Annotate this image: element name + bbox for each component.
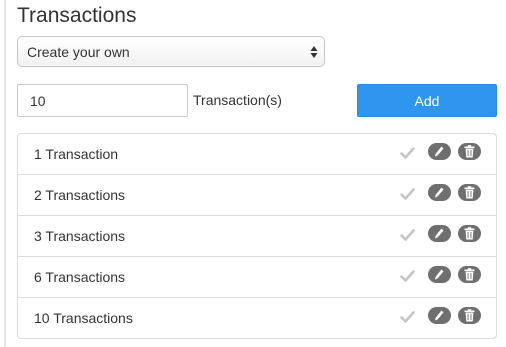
up-down-arrows-icon: [310, 46, 318, 58]
transaction-label: 10 Transactions: [34, 310, 133, 326]
list-item: 10 Transactions: [18, 298, 496, 338]
list-item: 3 Transactions: [18, 216, 496, 257]
transaction-label: 2 Transactions: [34, 187, 126, 203]
check-icon[interactable]: [400, 228, 415, 242]
delete-button[interactable]: [458, 225, 481, 242]
trash-icon: [464, 186, 475, 199]
transaction-list: 1 Transaction 2 Transactions 3 Transacti…: [17, 133, 497, 339]
preset-select[interactable]: Create your own: [17, 36, 325, 67]
edit-button[interactable]: [428, 225, 451, 242]
list-item: 2 Transactions: [18, 175, 496, 216]
check-icon[interactable]: [400, 310, 415, 324]
delete-button[interactable]: [458, 307, 481, 324]
trash-icon: [464, 145, 475, 158]
trash-icon: [464, 268, 475, 281]
left-divider: [4, 0, 6, 347]
add-button[interactable]: Add: [357, 84, 497, 117]
check-icon[interactable]: [400, 146, 415, 160]
delete-button[interactable]: [458, 143, 481, 160]
quantity-input[interactable]: [17, 84, 188, 117]
check-icon[interactable]: [400, 187, 415, 201]
delete-button[interactable]: [458, 266, 481, 283]
edit-button[interactable]: [428, 307, 451, 324]
list-item: 6 Transactions: [18, 257, 496, 298]
pencil-icon: [435, 228, 444, 239]
edit-button[interactable]: [428, 266, 451, 283]
check-icon[interactable]: [400, 269, 415, 283]
trash-icon: [464, 227, 475, 240]
trash-icon: [464, 309, 475, 322]
transaction-label: 3 Transactions: [34, 228, 126, 244]
pencil-icon: [435, 269, 444, 280]
preset-select-value: Create your own: [27, 44, 130, 60]
transaction-label: 6 Transactions: [34, 269, 126, 285]
pencil-icon: [435, 310, 444, 321]
quantity-unit-label: Transaction(s): [193, 92, 282, 108]
delete-button[interactable]: [458, 184, 481, 201]
edit-button[interactable]: [428, 184, 451, 201]
transaction-label: 1 Transaction: [34, 146, 119, 162]
list-item: 1 Transaction: [18, 134, 496, 175]
pencil-icon: [435, 187, 444, 198]
pencil-icon: [435, 146, 444, 157]
section-title: Transactions: [17, 4, 137, 27]
edit-button[interactable]: [428, 143, 451, 160]
